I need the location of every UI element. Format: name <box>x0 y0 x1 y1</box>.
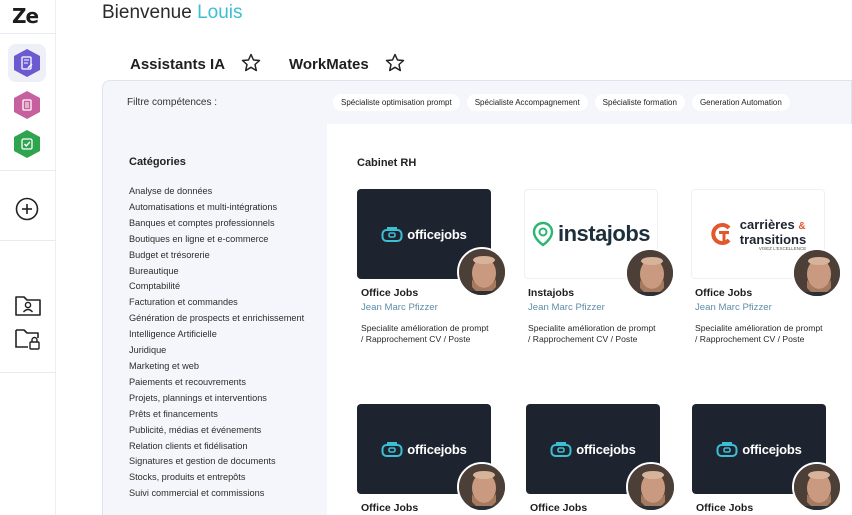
category-item[interactable]: Marketing et web <box>129 359 319 375</box>
card-description: Specialite amélioration de prompt / Rapp… <box>695 323 823 344</box>
briefcase-logo-icon <box>716 442 738 457</box>
page-greeting: Bienvenue Louis <box>102 2 243 24</box>
category-item[interactable]: Suivi commercial et commissions <box>129 486 319 502</box>
category-item[interactable]: Prêts et financements <box>129 407 319 423</box>
category-item[interactable]: Relation clients et fidélisation <box>129 439 319 455</box>
assistant-card[interactable]: officejobs Office Jobs <box>526 404 676 514</box>
category-item[interactable]: Signatures et gestion de documents <box>129 454 319 470</box>
briefcase-logo-icon <box>381 442 403 457</box>
user-folder-icon[interactable] <box>14 292 42 318</box>
filter-chip[interactable]: Spécialiste optimisation prompt <box>333 94 460 111</box>
card-author[interactable]: Jean Marc Pfizzer <box>695 302 831 313</box>
tab-label: Assistants IA <box>130 56 226 73</box>
category-item[interactable]: Boutiques en ligne et e-commerce <box>129 232 319 248</box>
check-document-icon <box>14 130 40 158</box>
card-author[interactable]: Jean Marc Pfizzer <box>528 302 664 313</box>
tab-workmates[interactable]: WorkMates <box>289 53 405 76</box>
card-author[interactable]: Jean Marc Pfizzer <box>361 302 497 313</box>
app-logo[interactable]: Ze <box>12 4 39 28</box>
assistant-card[interactable]: instajobs Instajobs Jean Marc Pfizzer Sp… <box>524 189 675 345</box>
categories-panel: Catégories Analyse de données Automatisa… <box>102 124 327 515</box>
document-edit-icon <box>14 49 40 77</box>
filter-chip[interactable]: Spécialiste formation <box>594 94 685 111</box>
user-name: Louis <box>197 2 243 23</box>
rail-divider <box>0 33 56 34</box>
filter-chip[interactable]: Generation Automation <box>691 94 790 111</box>
category-item[interactable]: Comptabilité <box>129 279 319 295</box>
logo-text: carrières <box>739 216 795 232</box>
category-item[interactable]: Projets, plannings et interventions <box>129 391 319 407</box>
categories-title: Catégories <box>129 156 186 168</box>
stack-document-icon <box>14 91 40 119</box>
avatar <box>625 248 675 298</box>
add-circle-icon[interactable] <box>14 196 40 222</box>
category-item[interactable]: Facturation et commandes <box>129 295 319 311</box>
card-description: Specialite amélioration de prompt / Rapp… <box>528 323 656 344</box>
filter-chip[interactable]: Spécialiste Accompagnement <box>466 94 588 111</box>
avatar <box>792 248 842 298</box>
category-item[interactable]: Banques et comptes professionnels <box>129 216 319 232</box>
star-outline-icon[interactable] <box>385 53 405 76</box>
card-logo-image: officejobs <box>357 404 507 512</box>
category-item[interactable]: Analyse de données <box>129 184 319 200</box>
star-outline-icon[interactable] <box>241 53 261 76</box>
card-logo-image: officejobs <box>357 189 507 297</box>
card-logo-image: carrières & transitions VISEZ L'EXCELLEN… <box>691 189 842 298</box>
avatar <box>457 462 507 512</box>
tab-assistants-ia[interactable]: Assistants IA <box>130 53 261 76</box>
avatar <box>626 462 676 512</box>
category-item[interactable]: Bureautique <box>129 264 319 280</box>
card-logo-image: officejobs <box>526 404 676 512</box>
rail-divider <box>0 372 56 373</box>
tab-label: WorkMates <box>289 56 369 73</box>
card-logo-image: instajobs <box>524 189 675 298</box>
logo-ampersand: & <box>798 220 806 232</box>
category-item[interactable]: Stocks, produits et entrepôts <box>129 470 319 486</box>
assistant-card[interactable]: carrières & transitions VISEZ L'EXCELLEN… <box>691 189 842 345</box>
lock-folder-icon[interactable] <box>14 326 42 352</box>
category-item[interactable]: Intelligence Artificielle <box>129 327 319 343</box>
card-logo-image: officejobs <box>692 404 842 512</box>
category-item[interactable]: Génération de prospects et enrichissemen… <box>129 311 319 327</box>
assistant-card[interactable]: officejobs Office Jobs <box>357 404 507 514</box>
avatar <box>457 247 507 297</box>
briefcase-logo-icon <box>550 442 572 457</box>
rail-divider <box>0 170 56 171</box>
rail-assistants-button[interactable] <box>8 44 46 82</box>
avatar <box>792 462 842 512</box>
category-item[interactable]: Budget et trésorerie <box>129 248 319 264</box>
briefcase-logo-icon <box>381 227 403 242</box>
map-pin-logo-icon <box>532 221 554 247</box>
section-title: Cabinet RH <box>357 157 417 169</box>
greeting-text: Bienvenue <box>102 2 192 23</box>
rail-tasks-button[interactable] <box>8 125 46 163</box>
categories-list: Analyse de données Automatisations et mu… <box>129 184 319 502</box>
category-item[interactable]: Publicité, médias et événements <box>129 423 319 439</box>
category-item[interactable]: Juridique <box>129 343 319 359</box>
logo-text: officejobs <box>407 441 467 457</box>
category-item[interactable]: Automatisations et multi-intégrations <box>129 200 319 216</box>
rail-divider <box>0 240 56 241</box>
logo-text: instajobs <box>557 221 651 246</box>
assistant-card[interactable]: officejobs Office Jobs <box>692 404 842 514</box>
left-rail: Ze <box>0 0 56 515</box>
logo-text: transitions <box>739 231 807 247</box>
assistant-card[interactable]: officejobs Office Jobs Jean Marc Pfizzer… <box>357 189 507 345</box>
filter-label: Filtre compétences : <box>127 97 218 108</box>
ct-logo-icon <box>711 223 731 245</box>
skills-filter-bar: Filtre compétences : Spécialiste optimis… <box>102 80 852 124</box>
logo-text: officejobs <box>742 441 802 457</box>
category-item[interactable]: Paiements et recouvrements <box>129 375 319 391</box>
rail-library-button[interactable] <box>8 86 46 124</box>
logo-text: officejobs <box>576 441 636 457</box>
logo-text: officejobs <box>407 226 467 242</box>
card-description: Specialite amélioration de prompt / Rapp… <box>361 323 489 344</box>
